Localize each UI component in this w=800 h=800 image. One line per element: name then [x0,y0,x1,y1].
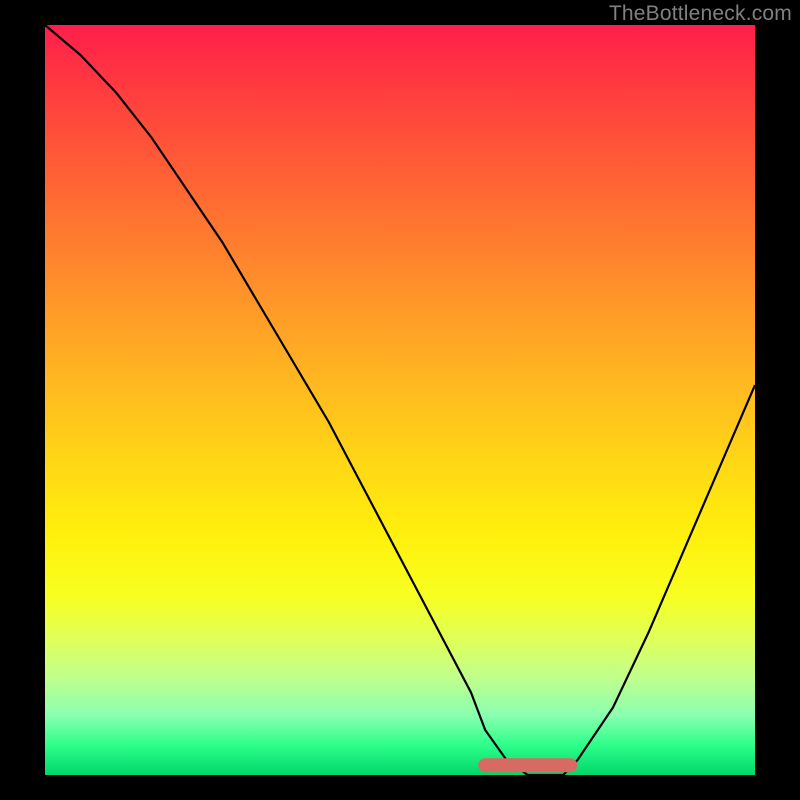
chart-frame: TheBottleneck.com [0,0,800,800]
watermark-text: TheBottleneck.com [609,2,792,26]
plot-area [45,25,755,775]
bottleneck-curve [45,25,755,775]
plot-svg [45,25,755,775]
